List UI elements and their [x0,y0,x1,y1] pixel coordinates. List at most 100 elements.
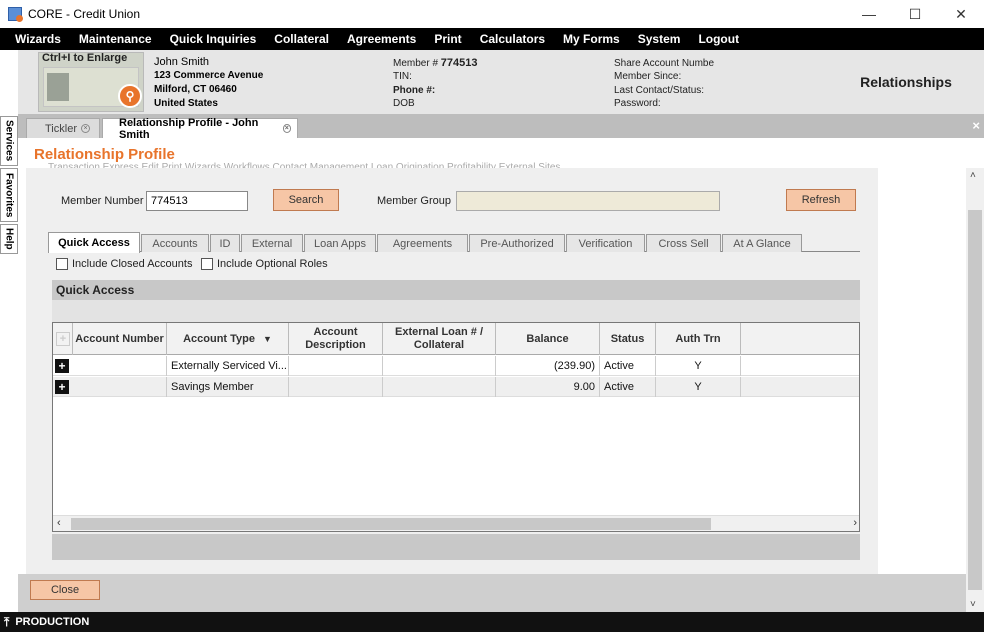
dob-label: DOB [393,98,415,109]
password-label: Password: [614,98,661,109]
chevron-down-icon[interactable]: ▼ [263,333,272,346]
menu-system[interactable]: System [629,32,690,46]
main-content: Relationship Profile Transaction Express… [18,138,984,612]
enlarge-hint: Ctrl+I to Enlarge [42,52,128,64]
menu-logout[interactable]: Logout [689,32,748,46]
maximize-button[interactable]: ☐ [892,0,938,28]
col-account-number[interactable]: Account Number [73,323,167,355]
member-since-label: Member Since: [614,71,682,82]
member-address-line1: 123 Commerce Avenue [154,70,264,81]
expand-all-icon[interactable]: + [56,332,70,346]
side-tab-strip: Services Favorites Help [0,114,18,612]
cell-external-loan [383,356,496,376]
side-tab-services[interactable]: Services [0,116,18,166]
table-row[interactable]: + Externally Serviced Vi... (239.90) Act… [53,356,859,376]
vertical-scrollbar[interactable]: ˄ ˅ [966,168,984,612]
member-group-label: Member Group [377,195,451,207]
cell-auth-trn: Y [656,356,741,376]
document-tabs: Tickler × Relationship Profile - John Sm… [18,114,984,141]
minimize-button[interactable]: — [846,0,892,28]
col-balance[interactable]: Balance [496,323,600,355]
member-number-input[interactable] [146,191,248,211]
menu-collateral[interactable]: Collateral [265,32,338,46]
cell-external-loan [383,377,496,397]
page-title: Relationship Profile [34,146,175,163]
cell-account-number [73,377,167,397]
menu-print[interactable]: Print [425,32,470,46]
cell-status: Active [600,356,656,376]
expand-row-icon[interactable]: + [55,359,69,373]
accounts-grid: + Account Number Account Type ▼ Account … [52,322,860,532]
member-number: 774513 [440,57,478,69]
cell-status: Active [600,377,656,397]
menu-wizards[interactable]: Wizards [6,32,70,46]
member-country: United States [154,98,218,109]
share-account-label: Share Account Numbe [614,58,715,69]
tab-loan-apps[interactable]: Loan Apps [304,234,376,252]
last-contact-label: Last Contact/Status: [614,85,705,96]
expand-row-icon[interactable]: + [55,380,69,394]
cell-account-type: Externally Serviced Vi... [167,356,289,376]
scroll-left-icon[interactable]: ‹ [57,517,61,529]
pin-icon[interactable]: ⤒ [4,615,9,630]
include-optional-roles-checkbox[interactable]: Include Optional Roles [201,258,328,270]
menu-agreements[interactable]: Agreements [338,32,425,46]
scroll-right-icon[interactable]: › [853,517,857,529]
footer-bar [18,574,966,612]
doc-tab-relationship-profile[interactable]: Relationship Profile - John Smith × [102,117,298,141]
side-tab-favorites[interactable]: Favorites [0,168,18,222]
phone-label: Phone #: [393,85,436,96]
cell-balance: 9.00 [496,377,600,397]
tab-pre-authorized[interactable]: Pre-Authorized [469,234,565,252]
app-icon [8,7,23,22]
title-bar: CORE - Credit Union — ☐ ✕ [0,0,984,28]
member-number-field-label: Member Number [61,195,144,207]
search-button[interactable]: Search [273,189,339,211]
menu-quick-inquiries[interactable]: Quick Inquiries [161,32,266,46]
close-all-tabs-icon[interactable]: × [972,118,980,133]
quick-access-header: Quick Access [52,280,860,300]
scroll-up-icon[interactable]: ˄ [970,170,976,181]
cell-balance: (239.90) [496,356,600,376]
include-closed-accounts-checkbox[interactable]: Include Closed Accounts [56,258,192,270]
member-group-field[interactable] [456,191,720,211]
doc-tab-tickler[interactable]: Tickler × [26,118,100,138]
col-auth-trn[interactable]: Auth Trn [656,323,741,355]
col-external-loan[interactable]: External Loan # / Collateral [383,323,496,355]
table-row[interactable]: + Savings Member 9.00 Active Y [53,377,859,397]
scrollbar-thumb[interactable] [968,210,982,590]
close-tab-icon[interactable]: × [80,124,90,133]
cell-account-number [73,356,167,376]
window-title: CORE - Credit Union [28,7,141,21]
tab-quick-access[interactable]: Quick Access [48,232,140,253]
member-header: Ctrl+I to Enlarge ⚲ John Smith 123 Comme… [0,50,984,114]
tab-external[interactable]: External [241,234,303,252]
close-window-button[interactable]: ✕ [938,0,984,28]
side-tab-help[interactable]: Help [0,224,18,254]
member-address-line2: Milford, CT 06460 [154,84,237,95]
refresh-button[interactable]: Refresh [786,189,856,211]
member-number-label: Member # [393,58,439,69]
col-status[interactable]: Status [600,323,656,355]
scrollbar-thumb[interactable] [71,518,711,530]
id-photo [47,73,69,101]
tab-id[interactable]: ID [210,234,240,252]
menu-my-forms[interactable]: My Forms [554,32,629,46]
tab-cross-sell[interactable]: Cross Sell [646,234,721,252]
menu-maintenance[interactable]: Maintenance [70,32,161,46]
cell-auth-trn: Y [656,377,741,397]
tab-accounts[interactable]: Accounts [141,234,209,252]
close-tab-icon[interactable]: × [282,124,291,133]
zoom-icon[interactable]: ⚲ [118,84,142,108]
menu-calculators[interactable]: Calculators [471,32,554,46]
col-account-description[interactable]: Account Description [289,323,383,355]
grid-header: + Account Number Account Type ▼ Account … [53,323,859,355]
col-account-type[interactable]: Account Type ▼ [167,323,289,355]
tab-at-a-glance[interactable]: At A Glance [722,234,802,252]
profile-tabs: Quick Access Accounts ID External Loan A… [48,232,860,253]
horizontal-scrollbar[interactable]: ‹ › [53,515,859,531]
tab-verification[interactable]: Verification [566,234,645,252]
scroll-down-icon[interactable]: ˅ [970,599,976,610]
close-button[interactable]: Close [30,580,100,600]
tab-agreements[interactable]: Agreements [377,234,468,252]
